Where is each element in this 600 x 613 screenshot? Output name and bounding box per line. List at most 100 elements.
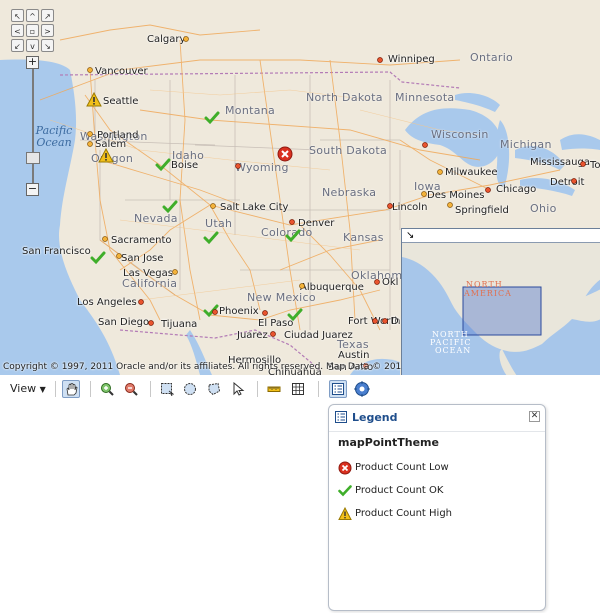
legend-item-label: Product Count Low xyxy=(355,462,449,473)
check-icon[interactable] xyxy=(162,199,178,214)
city-label: Denver xyxy=(298,218,335,229)
pan-southwest-icon[interactable]: ↙ xyxy=(11,39,24,52)
legend-header: Legend ✕ xyxy=(329,405,545,432)
city-label: Toronto xyxy=(590,160,600,171)
city-label: San Francisco xyxy=(22,246,91,257)
zoom-slider-thumb[interactable] xyxy=(26,152,40,164)
city-label: Chicago xyxy=(496,184,537,195)
check-icon[interactable] xyxy=(155,157,171,172)
legend-item-label: Product Count High xyxy=(355,508,453,519)
state-label: Montana xyxy=(225,104,276,117)
state-label: Wisconsin xyxy=(431,128,489,141)
city-label: Vancouver xyxy=(95,66,148,77)
zoom-in-icon[interactable] xyxy=(98,380,116,398)
chevron-down-icon: ▼ xyxy=(39,385,46,394)
state-label: South Dakota xyxy=(309,144,388,157)
legend-icon[interactable] xyxy=(329,380,347,398)
warning-icon xyxy=(338,507,352,520)
city-label: Sacramento xyxy=(111,235,172,246)
check-icon xyxy=(338,485,352,497)
state-label: Minnesota xyxy=(395,91,455,104)
overview-header: ↘ xyxy=(402,229,600,243)
circle-select-icon[interactable] xyxy=(181,380,199,398)
distance-ruler-icon[interactable] xyxy=(265,380,283,398)
state-label: Michigan xyxy=(500,138,552,151)
overview-icon[interactable] xyxy=(353,380,371,398)
warning-icon[interactable] xyxy=(86,92,102,107)
overview-label: OCEAN xyxy=(435,346,472,355)
overview-map[interactable]: ↘ NORTH AMERICA NORTH PACIFIC OCEAN xyxy=(401,228,600,375)
state-label: Nebraska xyxy=(322,186,377,199)
overview-label: NORTH xyxy=(466,280,503,289)
check-icon[interactable] xyxy=(90,250,106,265)
check-icon[interactable] xyxy=(203,230,219,245)
state-label: Ohio xyxy=(530,202,557,215)
city-label: Los Angeles xyxy=(77,297,137,308)
zoom-slider-track[interactable] xyxy=(32,68,34,186)
zoom-out-icon[interactable] xyxy=(122,380,140,398)
polygon-select-icon[interactable] xyxy=(205,380,223,398)
pan-west-icon[interactable]: < xyxy=(11,24,24,37)
pan-northeast-icon[interactable]: ↗ xyxy=(41,9,54,22)
info-table-icon[interactable] xyxy=(289,380,307,398)
city-label: Ciudad Juarez xyxy=(284,330,353,341)
check-icon[interactable] xyxy=(287,307,303,322)
state-label: Utah xyxy=(205,217,233,230)
city-label: Phoenix xyxy=(219,306,259,317)
zoom-out-map-icon[interactable]: − xyxy=(26,183,39,196)
pointer-select-icon[interactable] xyxy=(229,380,247,398)
city-label: Tijuana xyxy=(161,319,198,330)
zoom-in-map-icon[interactable]: + xyxy=(26,56,39,69)
city-label: Boise xyxy=(171,160,199,171)
overview-label: AMERICA xyxy=(464,289,512,298)
city-label: Calgary xyxy=(147,34,186,45)
city-label: Detroit xyxy=(550,177,585,188)
error-icon xyxy=(338,461,352,475)
ocean-label: Pacific Ocean xyxy=(35,124,73,149)
city-label: Des Moines xyxy=(427,190,485,201)
map-toolbar: View ▼ xyxy=(0,376,600,402)
pan-north-icon[interactable]: ^ xyxy=(26,9,39,22)
legend-icon xyxy=(335,411,347,423)
collapse-arrow-icon[interactable]: ↘ xyxy=(406,230,414,241)
map-canvas[interactable]: Montana North Dakota Minnesota Ontario W… xyxy=(0,0,600,375)
city-label: Mississauga xyxy=(530,157,590,168)
city-label: Austin xyxy=(338,350,370,361)
city-label: Salt Lake City xyxy=(220,202,289,213)
city-label: Albuquerque xyxy=(300,282,364,293)
city-label: Seattle xyxy=(103,96,139,107)
legend-title: Legend xyxy=(352,411,398,424)
city-label: Winnipeg xyxy=(388,54,435,65)
legend-theme-name: mapPointTheme xyxy=(338,436,439,449)
error-icon[interactable] xyxy=(277,146,293,162)
view-menu-label: View xyxy=(10,382,37,395)
map-copyright: Copyright © 1997, 2011 Oracle and/or its… xyxy=(3,362,450,372)
overview-land xyxy=(402,243,600,375)
check-icon[interactable] xyxy=(203,303,219,318)
close-icon[interactable]: ✕ xyxy=(529,411,540,422)
state-label: North Dakota xyxy=(306,91,383,104)
view-menu-button[interactable]: View ▼ xyxy=(10,380,46,398)
rectangle-select-icon[interactable] xyxy=(158,380,176,398)
state-label: Wyoming xyxy=(235,161,289,174)
city-label: San Jose xyxy=(121,253,164,264)
pan-hand-icon[interactable] xyxy=(62,380,80,398)
check-icon[interactable] xyxy=(204,110,220,125)
state-label: Ontario xyxy=(470,51,514,64)
pan-northwest-icon[interactable]: ↖ xyxy=(11,9,24,22)
city-label: Springfield xyxy=(455,205,509,216)
legend-item-label: Product Count OK xyxy=(355,485,444,496)
check-icon[interactable] xyxy=(285,228,301,243)
state-label: Kansas xyxy=(343,231,384,244)
pan-southeast-icon[interactable]: ↘ xyxy=(41,39,54,52)
warning-icon[interactable] xyxy=(98,148,114,163)
city-label: Juarez xyxy=(237,330,268,341)
pan-east-icon[interactable]: > xyxy=(41,24,54,37)
pan-center-icon[interactable]: ▫ xyxy=(26,24,39,37)
city-label: San Diego xyxy=(98,317,150,328)
city-label: Milwaukee xyxy=(445,167,498,178)
city-label: D xyxy=(391,316,399,327)
city-label: Las Vegas xyxy=(123,268,173,279)
pan-south-icon[interactable]: v xyxy=(26,39,39,52)
legend-panel: Legend ✕ mapPointTheme Product Count Low… xyxy=(328,404,546,611)
